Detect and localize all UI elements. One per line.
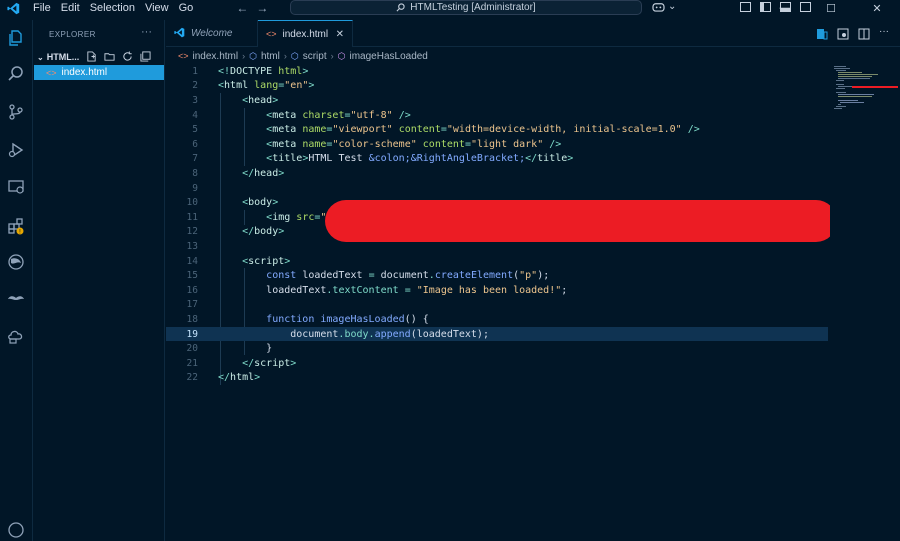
more-actions-icon[interactable]: ··· [879,27,890,38]
redaction-mark [325,200,837,242]
folder-root[interactable]: ⌄ HTML... [33,50,165,64]
file-index-html[interactable]: <> index.html [34,65,164,80]
code-line: 15 const loadedText = document.createEle… [186,270,550,282]
vscode-logo-icon [174,27,185,41]
chevron-down-icon: ⌄ [668,1,677,12]
code-line: 9 [192,182,198,194]
file-label: index.html [61,67,108,78]
close-window-button[interactable]: ✕ [854,0,900,16]
search-icon [396,3,405,12]
code-editor[interactable]: 1 <!DOCTYPE html> 2 <html lang="en"> 3 <he… [166,64,828,541]
source-control-icon[interactable] [6,102,26,122]
refresh-icon[interactable] [121,50,133,62]
open-changes-icon[interactable] [837,27,849,40]
tab-welcome[interactable]: Welcome [166,20,258,47]
code-line: 16 loadedText.textContent = "Image has b… [186,284,568,296]
sidebar-title: EXPLORER [49,30,96,39]
tab-label: Welcome [191,28,233,39]
html-file-icon: <> [46,67,57,78]
breadcrumb-function[interactable]: imageHasLoaded [349,51,427,62]
code-line: 3 <head> [192,94,279,106]
code-line: 2 <html lang="en"> [192,80,315,92]
code-line-current: 19 document.body.append(loadedText); [166,326,828,342]
minimize-button[interactable]: — [762,0,808,16]
run-debug-icon[interactable] [6,140,26,160]
code-line: 6 <meta name="color-scheme" content="lig… [192,138,562,150]
search-icon[interactable] [6,64,26,84]
breadcrumb-file[interactable]: index.html [193,51,239,62]
menu-go[interactable]: Go [174,0,199,16]
menu-file[interactable]: File [28,0,56,16]
extensions-icon[interactable]: ! [6,216,26,236]
menu-view[interactable]: View [140,0,174,16]
vscode-logo-icon [6,1,20,15]
code-line: 17 [186,299,198,311]
preview-icon[interactable] [816,27,828,40]
maximize-button[interactable]: ☐ [808,0,854,16]
tab-label: index.html [282,28,329,40]
code-line: 1 <!DOCTYPE html> [192,65,309,77]
breadcrumb: <> index.html › ⬡ html › ⬡ script › ⬡ im… [178,49,428,63]
code-line: 14 <script> [186,255,291,267]
account-icon[interactable] [6,520,26,540]
explorer-icon[interactable] [6,28,26,48]
menu-edit[interactable]: Edit [56,0,85,16]
code-line: 5 <meta name="viewport" content="width=d… [192,124,700,136]
cube-icon: ⬡ [290,50,299,61]
forward-arrow-icon[interactable]: → [256,1,268,15]
copilot-button[interactable]: ⌄ [652,1,676,12]
browser-icon[interactable] [6,252,26,272]
minimap[interactable] [830,64,900,541]
new-file-icon[interactable] [85,50,97,62]
tab-index-html[interactable]: <> index.html ✕ [258,20,353,47]
code-line: 22 </html> [186,372,261,384]
breadcrumb-html[interactable]: html [261,51,280,62]
copilot-icon [652,3,665,12]
back-arrow-icon[interactable]: ← [236,1,248,15]
remote-explorer-icon[interactable] [6,177,26,197]
close-tab-icon[interactable]: ✕ [336,29,344,40]
layout-customize-icon[interactable] [740,2,751,12]
menu-selection[interactable]: Selection [85,0,140,16]
chevron-right-icon: › [330,51,334,61]
title-bar: File Edit Selection View Go ← → HTMLTest… [0,0,900,16]
code-line: 8 </head> [192,167,285,179]
editor-tabs: Welcome <> index.html ✕ ··· [166,20,900,47]
cube-icon: ⬡ [249,50,257,61]
chevron-right-icon: › [283,51,287,61]
code-line: 21 </script> [186,357,297,369]
explorer-sidebar: EXPLORER ··· ⌄ HTML... <> index.html [33,20,165,541]
chevron-down-icon: ⌄ [37,52,44,62]
code-line: 20 } [186,343,273,355]
folder-label: HTML... [46,52,80,62]
split-editor-icon[interactable] [858,27,870,40]
code-line: 7 <title>HTML Test &colon;&RightAngleBra… [192,153,574,165]
chevron-right-icon: › [242,51,246,61]
cloud-icon[interactable] [6,326,26,346]
code-line: 18 function imageHasLoaded() { [186,313,429,325]
collapse-all-icon[interactable] [139,50,151,62]
html-file-icon: <> [178,51,189,61]
html-file-icon: <> [266,29,277,39]
mustache-icon[interactable] [6,288,26,308]
breadcrumb-script[interactable]: script [303,51,327,62]
command-center-label: HTMLTesting [Administrator] [410,2,536,13]
new-folder-icon[interactable] [103,50,115,62]
more-actions-icon[interactable]: ··· [141,26,152,38]
command-center[interactable]: HTMLTesting [Administrator] [290,0,642,15]
code-line: 4 <meta charset="utf-8" /> [192,109,411,121]
activity-bar: ! [0,20,33,541]
method-icon: ⬡ [337,50,346,61]
